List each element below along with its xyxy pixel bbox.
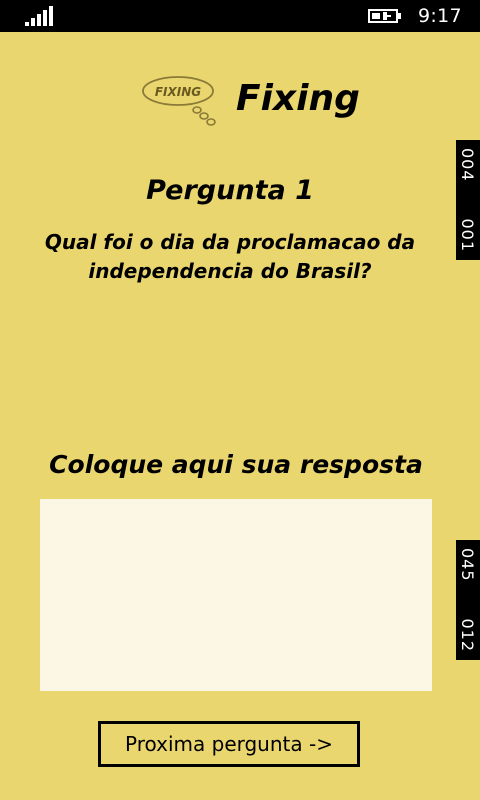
side-counter-bottom-first: 045 — [458, 548, 478, 582]
question-heading: Pergunta 1 — [146, 175, 314, 206]
side-counter-top: 004 001 — [456, 140, 480, 260]
answer-label: Coloque aqui sua resposta — [49, 450, 423, 479]
next-question-button[interactable]: Proxima pergunta -> — [98, 721, 360, 767]
side-counter-bottom-second: 012 — [458, 618, 478, 652]
question-text: Qual foi o dia da proclamacao da indepen… — [44, 230, 416, 283]
signal-icon — [25, 6, 53, 26]
fixing-logo: FIXING — [142, 76, 216, 126]
side-counter-bottom: 045 012 — [456, 540, 480, 660]
side-counter-top-second: 001 — [458, 218, 478, 252]
status-bar: 9:17 — [0, 0, 480, 32]
app-title: Fixing — [236, 78, 360, 119]
battery-charging-icon — [368, 9, 401, 23]
status-time: 9:17 — [418, 5, 462, 27]
answer-input[interactable] — [40, 499, 432, 691]
logo-text: FIXING — [155, 85, 201, 99]
side-counter-top-first: 004 — [458, 148, 478, 182]
